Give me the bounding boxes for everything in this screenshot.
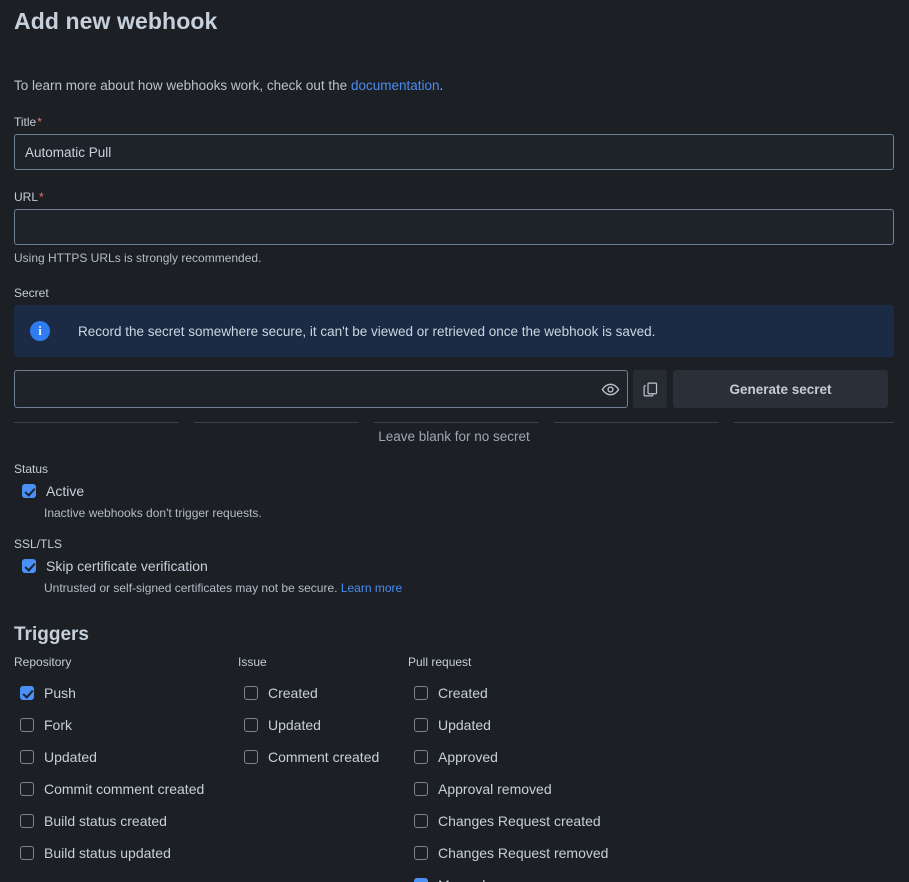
eye-icon[interactable] bbox=[598, 377, 622, 401]
documentation-link[interactable]: documentation bbox=[351, 78, 440, 93]
secret-banner-text: Record the secret somewhere secure, it c… bbox=[78, 323, 656, 339]
ssl-skip-verification-label: Skip certificate verification bbox=[46, 558, 208, 574]
trigger-label: Comment created bbox=[268, 749, 380, 765]
trigger-label: Created bbox=[438, 685, 488, 701]
trigger-pull-request-created[interactable]: Created bbox=[414, 677, 608, 709]
trigger-label: Merged bbox=[438, 877, 485, 882]
ssl-help-prefix: Untrusted or self-signed certificates ma… bbox=[44, 581, 341, 595]
trigger-label: Approval removed bbox=[438, 781, 552, 797]
title-field-label: Title* bbox=[14, 115, 895, 129]
secret-footer-note: Leave blank for no secret bbox=[378, 429, 530, 444]
copy-icon[interactable] bbox=[633, 370, 667, 408]
trigger-repository-build-status-created[interactable]: Build status created bbox=[20, 805, 204, 837]
trigger-pull-request-merged[interactable]: Merged bbox=[414, 869, 608, 882]
trigger-checkbox[interactable] bbox=[414, 878, 428, 882]
trigger-label: Approved bbox=[438, 749, 498, 765]
url-label-text: URL bbox=[14, 190, 39, 204]
required-marker: * bbox=[37, 115, 42, 129]
page-title: Add new webhook bbox=[14, 8, 218, 34]
trigger-checkbox[interactable] bbox=[20, 782, 34, 796]
ssl-skip-verification-row[interactable]: Skip certificate verification bbox=[22, 555, 895, 577]
trigger-repository-commit-comment-created[interactable]: Commit comment created bbox=[20, 773, 204, 805]
status-active-checkbox[interactable] bbox=[22, 484, 36, 498]
triggers-heading: Triggers bbox=[14, 624, 89, 645]
title-label-text: Title bbox=[14, 115, 37, 129]
trigger-repository-updated[interactable]: Updated bbox=[20, 741, 204, 773]
trigger-checkbox[interactable] bbox=[20, 814, 34, 828]
trigger-column-pull-request: Pull request Created Updated Approved Ap… bbox=[408, 655, 608, 882]
secret-divider bbox=[14, 422, 894, 423]
secret-input-wrapper bbox=[14, 370, 628, 408]
generate-secret-button[interactable]: Generate secret bbox=[673, 370, 888, 408]
url-field-label: URL* bbox=[14, 190, 895, 204]
trigger-checkbox[interactable] bbox=[20, 718, 34, 732]
trigger-label: Changes Request created bbox=[438, 813, 601, 829]
secret-field-label: Secret bbox=[14, 286, 49, 300]
trigger-label: Push bbox=[44, 685, 76, 701]
trigger-issue-created[interactable]: Created bbox=[244, 677, 379, 709]
trigger-checkbox[interactable] bbox=[244, 718, 258, 732]
intro-text: To learn more about how webhooks work, c… bbox=[14, 77, 895, 95]
triggers-columns: Repository Push Fork Updated Commit comm… bbox=[14, 655, 895, 882]
trigger-repository-fork[interactable]: Fork bbox=[20, 709, 204, 741]
ssl-label: SSL/TLS bbox=[14, 537, 63, 551]
trigger-issue-updated[interactable]: Updated bbox=[244, 709, 379, 741]
trigger-issue-comment-created[interactable]: Comment created bbox=[244, 741, 379, 773]
trigger-column-repository: Repository Push Fork Updated Commit comm… bbox=[14, 655, 204, 869]
status-active-row[interactable]: Active bbox=[22, 480, 895, 502]
trigger-label: Build status updated bbox=[44, 845, 171, 861]
secret-info-banner: i Record the secret somewhere secure, it… bbox=[14, 305, 894, 357]
webhook-form-page: Add new webhook To learn more about how … bbox=[0, 0, 909, 882]
trigger-checkbox[interactable] bbox=[244, 750, 258, 764]
trigger-column-header: Repository bbox=[14, 655, 72, 669]
trigger-label: Build status created bbox=[44, 813, 167, 829]
trigger-label: Fork bbox=[44, 717, 72, 733]
trigger-label: Updated bbox=[438, 717, 491, 733]
trigger-checkbox[interactable] bbox=[414, 750, 428, 764]
title-input[interactable] bbox=[14, 134, 894, 170]
trigger-pull-request-changes-request-created[interactable]: Changes Request created bbox=[414, 805, 608, 837]
trigger-checkbox[interactable] bbox=[414, 814, 428, 828]
status-active-label: Active bbox=[46, 483, 85, 499]
trigger-checkbox[interactable] bbox=[414, 718, 428, 732]
trigger-checkbox[interactable] bbox=[20, 750, 34, 764]
learn-more-link[interactable]: Learn more bbox=[341, 581, 402, 595]
trigger-pull-request-approval-removed[interactable]: Approval removed bbox=[414, 773, 608, 805]
intro-prefix: To learn more about how webhooks work, c… bbox=[14, 78, 351, 93]
trigger-column-header: Pull request bbox=[408, 655, 472, 669]
intro-suffix: . bbox=[439, 78, 444, 93]
url-help-text: Using HTTPS URLs is strongly recommended… bbox=[14, 251, 262, 265]
trigger-checkbox[interactable] bbox=[244, 686, 258, 700]
trigger-checkbox[interactable] bbox=[414, 846, 428, 860]
trigger-checkbox[interactable] bbox=[20, 686, 34, 700]
trigger-pull-request-updated[interactable]: Updated bbox=[414, 709, 608, 741]
trigger-pull-request-changes-request-removed[interactable]: Changes Request removed bbox=[414, 837, 608, 869]
trigger-checkbox[interactable] bbox=[20, 846, 34, 860]
status-help-text: Inactive webhooks don't trigger requests… bbox=[44, 506, 262, 520]
trigger-label: Changes Request removed bbox=[438, 845, 609, 861]
trigger-label: Commit comment created bbox=[44, 781, 205, 797]
trigger-repository-push[interactable]: Push bbox=[20, 677, 204, 709]
trigger-checkbox[interactable] bbox=[414, 782, 428, 796]
ssl-help-text: Untrusted or self-signed certificates ma… bbox=[44, 581, 895, 596]
url-input[interactable] bbox=[14, 209, 894, 245]
status-label: Status bbox=[14, 462, 49, 476]
trigger-checkbox[interactable] bbox=[414, 686, 428, 700]
secret-input-row: Generate secret bbox=[14, 370, 895, 408]
info-icon: i bbox=[30, 321, 50, 341]
trigger-column-issue: Issue Created Updated Comment created bbox=[238, 655, 379, 773]
ssl-skip-verification-checkbox[interactable] bbox=[22, 559, 36, 573]
required-marker: * bbox=[39, 190, 44, 204]
trigger-pull-request-approved[interactable]: Approved bbox=[414, 741, 608, 773]
trigger-label: Created bbox=[268, 685, 318, 701]
trigger-label: Updated bbox=[44, 749, 97, 765]
trigger-column-header: Issue bbox=[238, 655, 267, 669]
secret-input[interactable] bbox=[14, 370, 628, 408]
trigger-label: Updated bbox=[268, 717, 321, 733]
trigger-repository-build-status-updated[interactable]: Build status updated bbox=[20, 837, 204, 869]
